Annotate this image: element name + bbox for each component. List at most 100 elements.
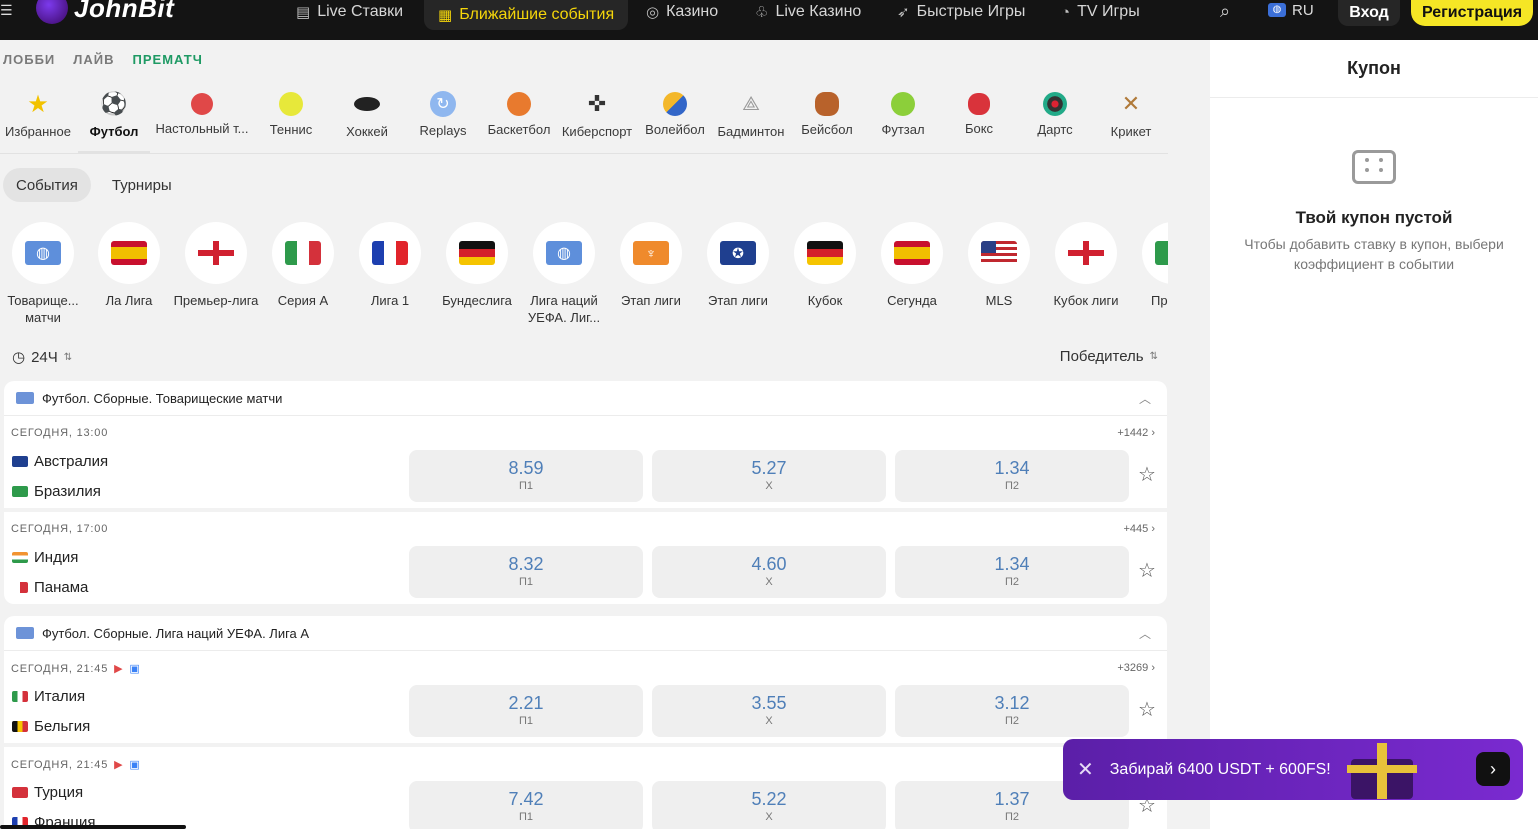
sport-cricket[interactable]: ✕ Крикет <box>1093 88 1169 139</box>
champions-league-icon: ✪ <box>720 241 756 265</box>
sport-football[interactable]: ⚽ Футбол <box>76 88 152 154</box>
league-friendlies[interactable]: ◍ Товарище... матчи <box>0 222 86 326</box>
search-icon[interactable]: ⌕ <box>1220 1 1230 22</box>
league-partial[interactable]: Прим л <box>1130 222 1168 309</box>
away-team: Бразилия <box>12 483 101 500</box>
chevron-up-icon[interactable]: ︿ <box>1139 625 1151 642</box>
league-premier-league[interactable]: Премьер-лига <box>173 222 259 309</box>
more-markets-link[interactable]: +1442 › <box>1117 427 1155 439</box>
promo-banner[interactable]: ✕ Забирай 6400 USDT + 600FS! › <box>1063 739 1523 800</box>
home-team: Австралия <box>12 453 108 470</box>
nav-label: Ближайшие события <box>459 6 615 23</box>
odds-button-p1[interactable]: 7.42 П1 <box>409 781 643 829</box>
sport-darts[interactable]: Дартс <box>1017 88 1093 137</box>
league-champions-stage[interactable]: ✪ Этап лиги <box>695 222 781 309</box>
league-label: Бундеслига <box>442 293 512 308</box>
sport-baseball[interactable]: Бейсбол <box>789 88 865 137</box>
odds-value: 3.12 <box>994 693 1030 713</box>
match-time-label: СЕГОДНЯ, 21:45 <box>11 662 109 675</box>
sport-esports[interactable]: ✜ Киберспорт <box>557 88 637 139</box>
nav-upcoming-events[interactable]: ▦ Ближайшие события <box>424 0 629 30</box>
ticket-icon <box>1352 150 1396 184</box>
breadcrumb: ЛОББИ ЛАЙВ ПРЕМАТЧ <box>3 52 203 67</box>
group-header[interactable]: Футбол. Сборные. Товарищеские матчи ︿ <box>4 381 1167 416</box>
sport-badminton[interactable]: ⟁ Бадминтон <box>713 88 789 140</box>
sport-favorites[interactable]: ★ Избранное <box>0 88 76 140</box>
league-cup[interactable]: Кубок <box>782 222 868 309</box>
sport-basketball[interactable]: Баскетбол <box>481 88 557 137</box>
nav-tv-games[interactable]: ◔ TV Игры <box>1061 0 1140 24</box>
group-header[interactable]: Футбол. Сборные. Лига наций УЕФА. Лига А… <box>4 616 1167 651</box>
odds-button-p2[interactable]: 1.34 П2 <box>895 450 1129 502</box>
odds-button-p1[interactable]: 2.21 П1 <box>409 685 643 737</box>
sport-futsal[interactable]: Футзал <box>865 88 941 137</box>
league-europa-stage[interactable]: ♆ Этап лиги <box>608 222 694 309</box>
menu-icon[interactable]: ☰ <box>0 2 13 19</box>
league-serie-a[interactable]: Серия А <box>260 222 346 309</box>
match-row[interactable]: СЕГОДНЯ, 17:00 +445 › Индия Панама 8.32 П… <box>4 512 1167 604</box>
nav-live-bets[interactable]: ▤ Live Ставки <box>296 0 403 24</box>
sport-boxing[interactable]: Бокс <box>941 88 1017 136</box>
match-row[interactable]: СЕГОДНЯ, 13:00 +1442 › Австралия Бразили… <box>4 416 1167 512</box>
chevron-up-icon[interactable]: ︿ <box>1139 390 1151 407</box>
odds-label: П2 <box>1004 811 1020 823</box>
league-segunda[interactable]: Сегунда <box>869 222 955 309</box>
odds-button-p2[interactable]: 1.34 П2 <box>895 546 1129 598</box>
match-row[interactable]: СЕГОДНЯ, 21:45 ▶ ▣ +3269 › Италия Бельгия … <box>4 651 1167 747</box>
futsal-icon <box>891 92 915 116</box>
play-icon: ▶ <box>114 663 124 675</box>
market-filter[interactable]: Победитель ⇅ <box>1060 348 1158 365</box>
sport-replays[interactable]: ↻ Replays <box>405 88 481 138</box>
sport-table-tennis[interactable]: Настольный т... <box>152 88 252 136</box>
gamepad-icon: ✜ <box>587 91 607 116</box>
team-name: Австралия <box>34 453 109 470</box>
odds-label: Х <box>765 576 773 588</box>
team-name: Италия <box>34 688 86 705</box>
chevron-right-icon[interactable]: › <box>1476 752 1510 786</box>
league-la-liga[interactable]: Ла Лига <box>86 222 172 309</box>
time-filter[interactable]: ◷ 24Ч ⇅ <box>12 348 72 367</box>
language-selector[interactable]: ◍ RU <box>1268 0 1314 20</box>
more-markets-link[interactable]: +3269 › <box>1117 662 1155 674</box>
league-label: Кубок <box>807 293 843 308</box>
nav-fast-games[interactable]: ➶ Быстрые Игры <box>897 0 1025 24</box>
horizontal-scrollbar[interactable] <box>0 825 186 829</box>
more-markets-link[interactable]: +445 › <box>1123 523 1155 535</box>
breadcrumb-lobby[interactable]: ЛОББИ <box>3 52 55 67</box>
live-casino-icon: ♧ <box>755 4 769 21</box>
odds-button-p2[interactable]: 3.12 П2 <box>895 685 1129 737</box>
clock-icon: ◷ <box>12 349 26 366</box>
favorite-star-icon[interactable]: ☆ <box>1138 462 1156 487</box>
close-icon[interactable]: ✕ <box>1077 757 1094 782</box>
sport-label: Дартс <box>1037 122 1073 137</box>
tab-tournaments[interactable]: Турниры <box>99 168 185 202</box>
match-row[interactable]: СЕГОДНЯ, 21:45 ▶ ▣ Турция Франция 7.42 П1 5… <box>4 747 1167 829</box>
favorite-star-icon[interactable]: ☆ <box>1138 697 1156 722</box>
odds-button-p1[interactable]: 8.59 П1 <box>409 450 643 502</box>
nav-casino[interactable]: ◎ Казино <box>646 0 718 24</box>
odds-button-p1[interactable]: 8.32 П1 <box>409 546 643 598</box>
logo[interactable]: JohnBit <box>36 0 174 24</box>
league-nations-league[interactable]: ◍ Лига наций УЕФА. Лиг... <box>521 222 607 326</box>
team-name: Индия <box>34 549 79 566</box>
nav-live-casino[interactable]: ♧ Live Казино <box>755 0 861 24</box>
tab-events[interactable]: События <box>3 168 91 202</box>
odds-button-x[interactable]: 5.22 Х <box>652 781 886 829</box>
login-button[interactable]: Вход <box>1338 0 1400 26</box>
sport-label: Replays <box>419 123 467 138</box>
league-ligue-1[interactable]: Лига 1 <box>347 222 433 309</box>
sport-tennis[interactable]: Теннис <box>253 88 329 137</box>
league-mls[interactable]: MLS <box>956 222 1042 309</box>
sport-volleyball[interactable]: Волейбол <box>637 88 713 137</box>
register-button[interactable]: Регистрация <box>1411 0 1533 26</box>
breadcrumb-prematch[interactable]: ПРЕМАТЧ <box>133 52 203 67</box>
favorite-star-icon[interactable]: ☆ <box>1138 558 1156 583</box>
breadcrumb-live[interactable]: ЛАЙВ <box>73 52 114 67</box>
league-league-cup[interactable]: Кубок лиги <box>1043 222 1129 309</box>
odds-button-x[interactable]: 4.60 Х <box>652 546 886 598</box>
odds-button-x[interactable]: 3.55 Х <box>652 685 886 737</box>
odds-button-x[interactable]: 5.27 Х <box>652 450 886 502</box>
gift-box-icon <box>1343 743 1423 799</box>
league-bundesliga[interactable]: Бундеслига <box>434 222 520 309</box>
sport-hockey[interactable]: Хоккей <box>329 88 405 139</box>
